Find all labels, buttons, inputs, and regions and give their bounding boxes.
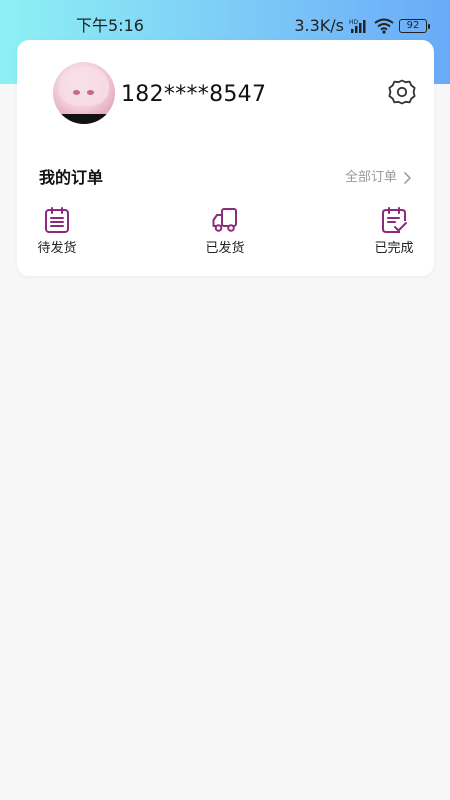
- chevron-right-icon: [403, 171, 412, 185]
- all-orders-link[interactable]: 全部订单: [345, 167, 412, 189]
- clipboard-list-icon: [45, 207, 69, 233]
- avatar-hair: [59, 66, 109, 106]
- status-time: 下午5:16: [76, 16, 144, 35]
- order-completed[interactable]: 已完成: [354, 206, 434, 258]
- order-pending-shipment[interactable]: 待发货: [17, 206, 97, 258]
- clipboard-check-icon: [382, 207, 407, 233]
- battery-level: 92: [399, 19, 427, 33]
- wifi-icon: [374, 18, 394, 34]
- profile-card: 182****8547 我的订单 全部订单 待发货 已发货 已完成: [17, 40, 434, 276]
- orders-title: 我的订单: [39, 168, 104, 187]
- avatar-eye-left: [73, 90, 80, 95]
- network-speed: 3.3K/s: [294, 16, 344, 35]
- delivery-truck-icon: [212, 208, 237, 232]
- all-orders-label: 全部订单: [344, 170, 397, 185]
- battery-icon: 92: [399, 19, 430, 33]
- screen: 下午5:16 3.3K/s HD 92 182****8547 我的订单 全部订…: [0, 0, 450, 800]
- status-icons: 3.3K/s HD 92: [294, 14, 430, 38]
- gear-icon[interactable]: [388, 78, 416, 106]
- signal-icon: HD: [349, 19, 366, 33]
- battery-tip: [428, 23, 430, 29]
- order-status-row: 待发货 已发货 已完成: [17, 206, 434, 262]
- phone-number: 182****8547: [121, 82, 267, 107]
- avatar-eye-right: [87, 90, 94, 95]
- order-shipped-label: 已发货: [205, 241, 245, 256]
- avatar[interactable]: [53, 62, 115, 124]
- avatar-shadow: [53, 114, 115, 124]
- order-pending-label: 待发货: [37, 241, 77, 256]
- order-shipped[interactable]: 已发货: [185, 206, 265, 258]
- svg-text:HD: HD: [349, 19, 359, 26]
- order-completed-label: 已完成: [374, 241, 414, 256]
